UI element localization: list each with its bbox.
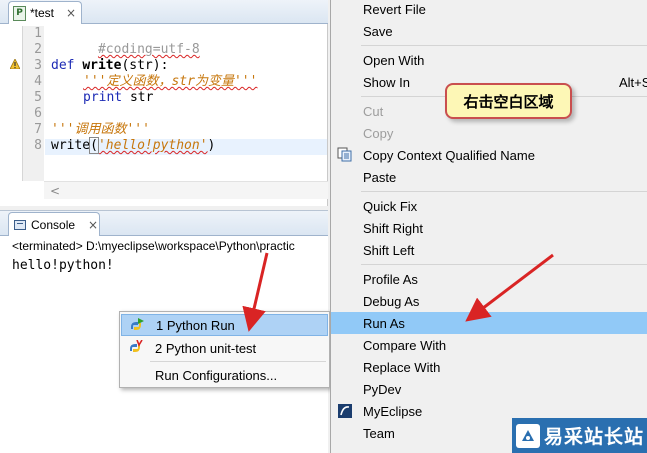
menu-item-copy: Copy	[363, 125, 394, 141]
line-number: 4	[34, 74, 42, 89]
code-line-8: write('hello!python')	[51, 137, 216, 154]
menu-item-quick-fix[interactable]: Quick Fix	[331, 195, 647, 217]
menu-separator	[361, 264, 647, 265]
line-number: 6	[34, 106, 42, 121]
line-number: 7	[34, 122, 42, 137]
python-unittest-icon	[130, 340, 143, 352]
menu-item-label: 1 Python Run	[156, 317, 235, 333]
warning-icon	[10, 59, 20, 69]
scroll-left-icon[interactable]: <	[50, 184, 60, 198]
menu-item-profile-as[interactable]: Profile As	[331, 268, 647, 290]
terminated-status: <terminated> D:\myeclipse\workspace\Pyth…	[12, 239, 295, 253]
console-output: hello!python!	[12, 258, 114, 273]
horizontal-scrollbar[interactable]: <	[44, 181, 328, 199]
console-icon	[14, 219, 26, 230]
menu-item-revert-file[interactable]: Revert File	[331, 0, 647, 20]
python-file-icon: P	[13, 5, 26, 21]
code-line-3: def write(str):	[51, 58, 169, 73]
copy-icon	[337, 147, 352, 162]
context-menu: Revert File Save Open With Show In Alt+S…	[330, 0, 647, 453]
shortcut-label: Alt+S	[619, 74, 647, 90]
menu-item-pydev[interactable]: PyDev	[331, 378, 647, 400]
python-run-icon	[131, 318, 144, 330]
menu-item-label: 2 Python unit-test	[155, 340, 257, 356]
myeclipse-icon	[338, 404, 352, 418]
code-area[interactable]: 1 2 3 4 5 6 7 8 #coding=utf-8 def write(…	[0, 26, 328, 181]
menu-item-copy-context-qualified-name[interactable]: Copy Context Qualified Name	[331, 144, 647, 166]
menu-item-shift-right[interactable]: Shift Right	[331, 217, 647, 239]
watermark-logo-icon	[516, 423, 540, 448]
menu-item-shift-left[interactable]: Shift Left	[331, 239, 647, 261]
menu-item-paste[interactable]: Paste	[331, 166, 647, 188]
menu-item-python-unit-test[interactable]: 2 Python unit-test	[121, 337, 328, 359]
menu-item-run-configurations[interactable]: Run Configurations...	[121, 364, 328, 386]
line-number: 1	[34, 26, 42, 41]
line-number: 8	[34, 138, 42, 153]
menu-separator	[150, 361, 326, 362]
watermark: 易采站长站	[512, 418, 647, 453]
menu-item-run-as[interactable]: Run As	[331, 312, 647, 334]
menu-item-debug-as[interactable]: Debug As	[331, 290, 647, 312]
tab-console[interactable]: Console ×	[8, 212, 100, 236]
code-line-4: '''定义函数，str为变量'''	[83, 74, 258, 89]
menu-separator	[361, 191, 647, 192]
code-line-5: print str	[83, 90, 154, 105]
menu-separator	[361, 45, 647, 46]
run-as-submenu: 1 Python Run 2 Python unit-test Run Conf…	[119, 311, 330, 388]
code-editor[interactable]: P *test × 1 2 3 4 5 6 7 8 #coding=utf-8 …	[0, 0, 328, 206]
line-number: 3	[34, 58, 42, 73]
editor-tab-bar: P *test ×	[0, 0, 328, 24]
line-number: 2	[34, 42, 42, 57]
close-icon[interactable]: ×	[66, 6, 76, 20]
menu-item-compare-with[interactable]: Compare With	[331, 334, 647, 356]
tab-label: *test	[30, 6, 55, 20]
menu-item-label: Run Configurations...	[155, 367, 278, 383]
console-tab-bar: Console ×	[0, 211, 328, 236]
annotation-callout: 右击空白区域	[445, 83, 572, 119]
close-icon[interactable]: ×	[88, 218, 98, 232]
menu-item-open-with[interactable]: Open With	[331, 49, 647, 71]
tab-test-file[interactable]: P *test ×	[8, 1, 82, 24]
line-number: 5	[34, 90, 42, 105]
menu-item-replace-with[interactable]: Replace With	[331, 356, 647, 378]
line-gutter: 1 2 3 4 5 6 7 8	[0, 26, 44, 181]
code-line-7: '''调用函数'''	[51, 122, 150, 137]
menu-item-python-run[interactable]: 1 Python Run	[121, 314, 328, 336]
menu-item-save[interactable]: Save	[331, 20, 647, 42]
tab-label: Console	[31, 217, 76, 232]
watermark-text: 易采站长站	[544, 426, 645, 448]
